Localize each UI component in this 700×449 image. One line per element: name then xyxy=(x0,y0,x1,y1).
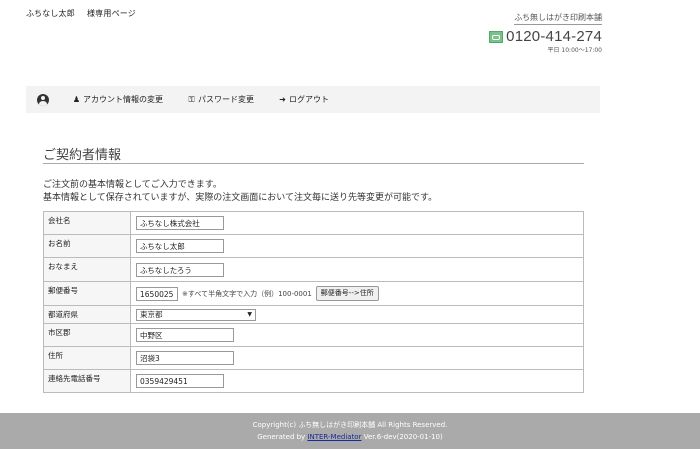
nav-logout[interactable]: ➜ ログアウト xyxy=(266,86,341,113)
description-line-2: 基本情報として保存されていますが、実際の注文画面において注文毎に送り先等変更が可… xyxy=(43,193,438,203)
nav-label: アカウント情報の変更 xyxy=(83,95,163,104)
nav-label: パスワード変更 xyxy=(198,95,254,104)
footer: Copyright(c) ふち無しはがき印刷本舗 All Rights Rese… xyxy=(0,413,700,449)
caret-down-icon: ▼ xyxy=(247,311,252,318)
user-icon: ♟ xyxy=(72,95,81,104)
page-label: 様専用ページ xyxy=(86,9,137,18)
name-input[interactable]: ふちなし太郎 xyxy=(136,239,224,253)
copyright: Copyright(c) ふち無しはがき印刷本舗 All Rights Rese… xyxy=(252,421,448,429)
postal-note: ※すべて半角文字で入力（例）100-0001 xyxy=(182,289,312,298)
postal-lookup-button[interactable]: 郵便番号-->住所 xyxy=(315,286,379,301)
contract-form: 会社名 ふちなし株式会社 お名前 ふちなし太郎 おなまえ ふちなしたろう 郵便番… xyxy=(43,211,584,393)
tel-input[interactable]: 0359429451 xyxy=(136,374,224,388)
business-hours: 平日 10:00～17:00 xyxy=(547,47,603,54)
company-label: 会社名 xyxy=(43,211,131,235)
nav-label: ログアウト xyxy=(289,95,329,104)
user-circle-icon xyxy=(37,93,49,106)
key-icon: ⚿ xyxy=(188,94,195,104)
prefecture-value: 東京都 xyxy=(140,310,163,319)
city-input[interactable]: 中野区 xyxy=(136,328,234,342)
city-label: 市区郡 xyxy=(43,323,131,347)
address-label: 住所 xyxy=(43,346,131,370)
nav-password-change[interactable]: ⚿ パスワード変更 xyxy=(175,86,266,113)
brand-name[interactable]: ふち無しはがき印刷本舗 xyxy=(514,12,602,25)
version: Ver.6-dev(2020-01-10) xyxy=(363,433,443,441)
generated-by: Generated by INTER-Mediator Ver.6-dev(20… xyxy=(0,431,700,443)
nav-account-settings[interactable]: ♟ アカウント情報の変更 xyxy=(60,86,175,113)
page-title: ご契約者情報 xyxy=(43,148,122,163)
title-divider xyxy=(43,163,584,164)
kana-input[interactable]: ふちなしたろう xyxy=(136,262,224,277)
phone-number: 0120-414-274 xyxy=(506,28,602,45)
header-greeting: ふちなし太郎 様専用ページ xyxy=(26,8,136,19)
prefecture-label: 都道府県 xyxy=(43,305,131,324)
name-label: お名前 xyxy=(43,234,131,258)
nav-user[interactable] xyxy=(26,93,60,106)
generated-prefix: Generated by xyxy=(257,433,306,441)
address-input[interactable]: 沼袋3 xyxy=(136,351,234,365)
nav-bar: ♟ アカウント情報の変更 ⚿ パスワード変更 ➜ ログアウト xyxy=(26,86,600,113)
brand-block: ふち無しはがき印刷本舗 0120-414-274 平日 10:00～17:00 xyxy=(489,5,602,54)
description: ご注文前の基本情報としてご入力できます。 基本情報として保存されていますが、実際… xyxy=(43,179,437,205)
kana-label: おなまえ xyxy=(43,257,131,282)
prefecture-select[interactable]: 東京都 ▼ xyxy=(136,308,256,321)
company-input[interactable]: ふちなし株式会社 xyxy=(136,216,224,230)
inter-mediator-link[interactable]: INTER-Mediator xyxy=(307,433,361,441)
description-line-1: ご注文前の基本情報としてご入力できます。 xyxy=(43,180,222,190)
freedial-icon xyxy=(489,30,504,43)
postal-input[interactable]: 1650025 xyxy=(136,286,178,301)
tel-label: 連絡先電話番号 xyxy=(43,369,131,393)
postal-label: 郵便番号 xyxy=(43,281,131,306)
logout-icon: ➜ xyxy=(279,95,286,104)
user-name: ふちなし太郎 xyxy=(26,9,75,18)
